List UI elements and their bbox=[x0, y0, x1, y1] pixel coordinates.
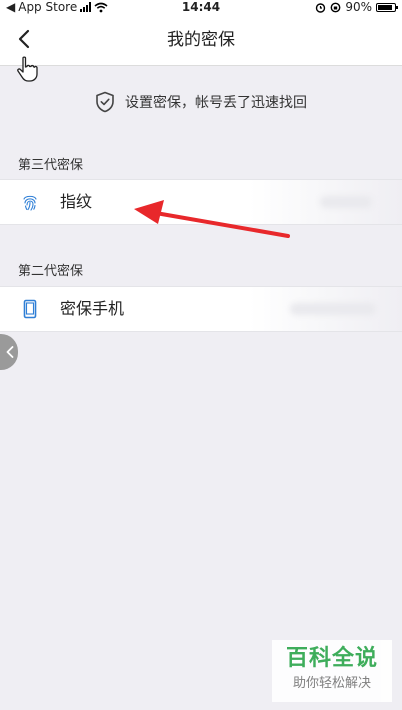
page-title: 我的密保 bbox=[167, 30, 235, 50]
side-handle[interactable] bbox=[0, 334, 18, 370]
watermark-subtitle: 助你轻松解决 bbox=[292, 676, 371, 691]
watermark-logo: 百科全说 助你轻松解决 bbox=[272, 640, 392, 702]
watermark-title: 百科全说 bbox=[285, 646, 378, 671]
annotation-arrow bbox=[134, 200, 290, 238]
section-title-third-gen: 第三代密保 bbox=[18, 158, 84, 173]
fingerprint-icon bbox=[23, 195, 37, 211]
blurred-phone-number bbox=[290, 303, 376, 315]
phone-icon bbox=[23, 299, 37, 319]
status-right: 90% bbox=[315, 0, 398, 14]
row-label-fingerprint: 指纹 bbox=[60, 192, 93, 211]
hand-cursor-icon bbox=[17, 56, 38, 82]
security-item-phone[interactable]: 密保手机 bbox=[0, 286, 402, 332]
section-title-second-gen: 第二代密保 bbox=[18, 264, 84, 279]
rotation-lock-icon bbox=[330, 2, 341, 12]
nav-bar: 我的密保 bbox=[0, 14, 402, 66]
status-bar: ◀ App Store 14:44 90% bbox=[0, 0, 402, 14]
battery-percent: 90% bbox=[345, 0, 372, 14]
tip-banner: 设置密保，帐号丢了迅速找回 bbox=[0, 80, 402, 124]
chevron-left-icon bbox=[6, 346, 14, 358]
battery-icon bbox=[376, 2, 398, 12]
row-label-phone: 密保手机 bbox=[60, 299, 125, 318]
blurred-status bbox=[320, 196, 372, 208]
shield-check-icon bbox=[96, 91, 114, 113]
tip-text: 设置密保，帐号丢了迅速找回 bbox=[125, 95, 307, 111]
alarm-icon bbox=[316, 2, 326, 13]
battery-fill bbox=[378, 4, 393, 10]
